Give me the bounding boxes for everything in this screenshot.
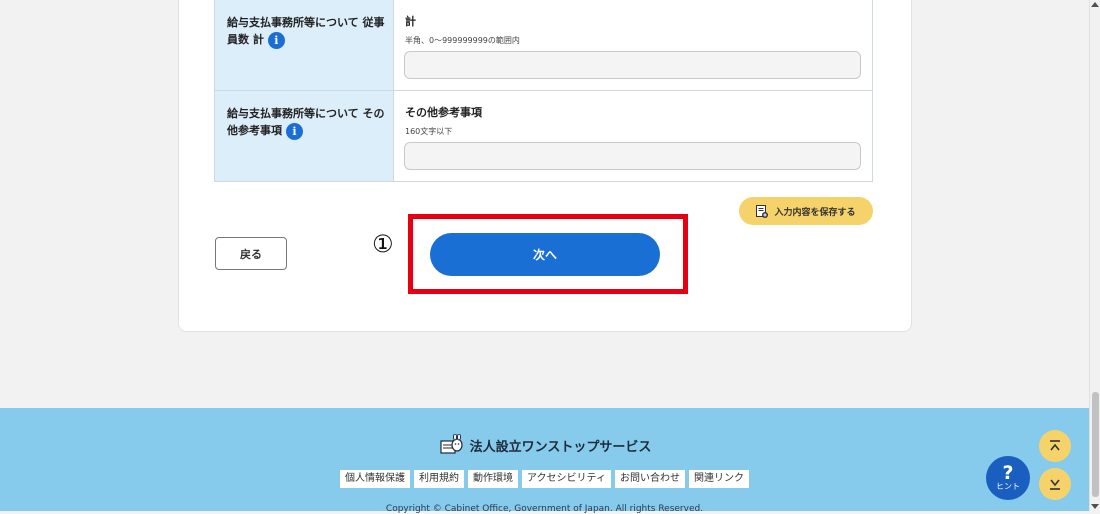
row-cell: 計 半角、0〜999999999の範囲内: [395, 0, 872, 90]
scroll-top-button[interactable]: [1039, 430, 1071, 462]
hint-label: ヒント: [996, 482, 1020, 491]
form-table: 給与支払事務所等について 従事員数 計i 計 半角、0〜999999999の範囲…: [214, 0, 873, 182]
other-notes-input[interactable]: [404, 142, 861, 170]
footer-link-environment[interactable]: 動作環境: [468, 470, 519, 488]
hint-button[interactable]: ? ヒント: [986, 456, 1030, 500]
logo-icon: [440, 434, 463, 454]
scrollbar-thumb[interactable]: [1092, 392, 1099, 497]
footer-link-privacy[interactable]: 個人情報保護: [340, 470, 411, 488]
highlight-annotation: [408, 214, 688, 294]
save-label: 入力内容を保存する: [774, 207, 856, 218]
info-icon[interactable]: i: [286, 122, 303, 140]
scrollbar[interactable]: [1089, 0, 1100, 511]
row-header: 給与支払事務所等について 従事員数 計i: [215, 0, 394, 90]
step-marker: ①: [372, 230, 394, 258]
scroll-bottom-button[interactable]: [1039, 468, 1071, 500]
row-header: 給与支払事務所等について その他参考事項 i: [215, 91, 394, 181]
form-row-employee-count: 給与支払事務所等について 従事員数 計i 計 半角、0〜999999999の範囲…: [215, 0, 872, 91]
question-icon: ?: [1002, 462, 1014, 484]
field-title: 計: [405, 15, 416, 28]
save-icon: [756, 204, 769, 218]
copyright: Copyright © Cabinet Office, Government o…: [385, 504, 704, 514]
footer-link-accessibility[interactable]: アクセシビリティ: [522, 470, 611, 488]
footer: 法人設立ワンストップサービス 個人情報保護 利用規約 動作環境 アクセシビリティ…: [0, 408, 1089, 514]
back-button[interactable]: 戻る: [215, 237, 287, 270]
scroll-down-arrow-icon[interactable]: [1091, 504, 1099, 509]
save-draft-button[interactable]: 入力内容を保存する: [739, 197, 873, 225]
footer-logo[interactable]: 法人設立ワンストップサービス: [0, 434, 1089, 456]
row-label-wrapper: 給与支払事務所等について その他参考事項 i: [227, 105, 387, 140]
field-hint: 160文字以下: [405, 127, 453, 136]
footer-link-related[interactable]: 関連リンク: [688, 470, 749, 488]
chevron-up-icon: [1050, 440, 1060, 451]
footer-link-terms[interactable]: 利用規約: [414, 470, 465, 488]
scroll-up-arrow-icon[interactable]: [1091, 2, 1099, 7]
field-title: その他参考事項: [405, 106, 482, 119]
footer-links: 個人情報保護 利用規約 動作環境 アクセシビリティ お問い合わせ 関連リンク: [0, 470, 1089, 488]
row-label: 給与支払事務所等について 従事員数 計: [227, 16, 385, 46]
info-icon[interactable]: i: [267, 31, 285, 49]
row-cell: その他参考事項 160文字以下: [395, 91, 872, 181]
service-name: 法人設立ワンストップサービス: [469, 439, 652, 455]
chevron-down-icon: [1050, 479, 1060, 490]
employee-count-input[interactable]: [404, 51, 861, 79]
field-hint: 半角、0〜999999999の範囲内: [405, 36, 520, 45]
footer-link-contact[interactable]: お問い合わせ: [614, 470, 685, 488]
row-label-wrapper: 給与支払事務所等について 従事員数 計i: [227, 14, 387, 49]
form-row-other-notes: 給与支払事務所等について その他参考事項 i その他参考事項 160文字以下: [215, 91, 872, 181]
row-label: 給与支払事務所等について その他参考事項: [227, 107, 385, 137]
